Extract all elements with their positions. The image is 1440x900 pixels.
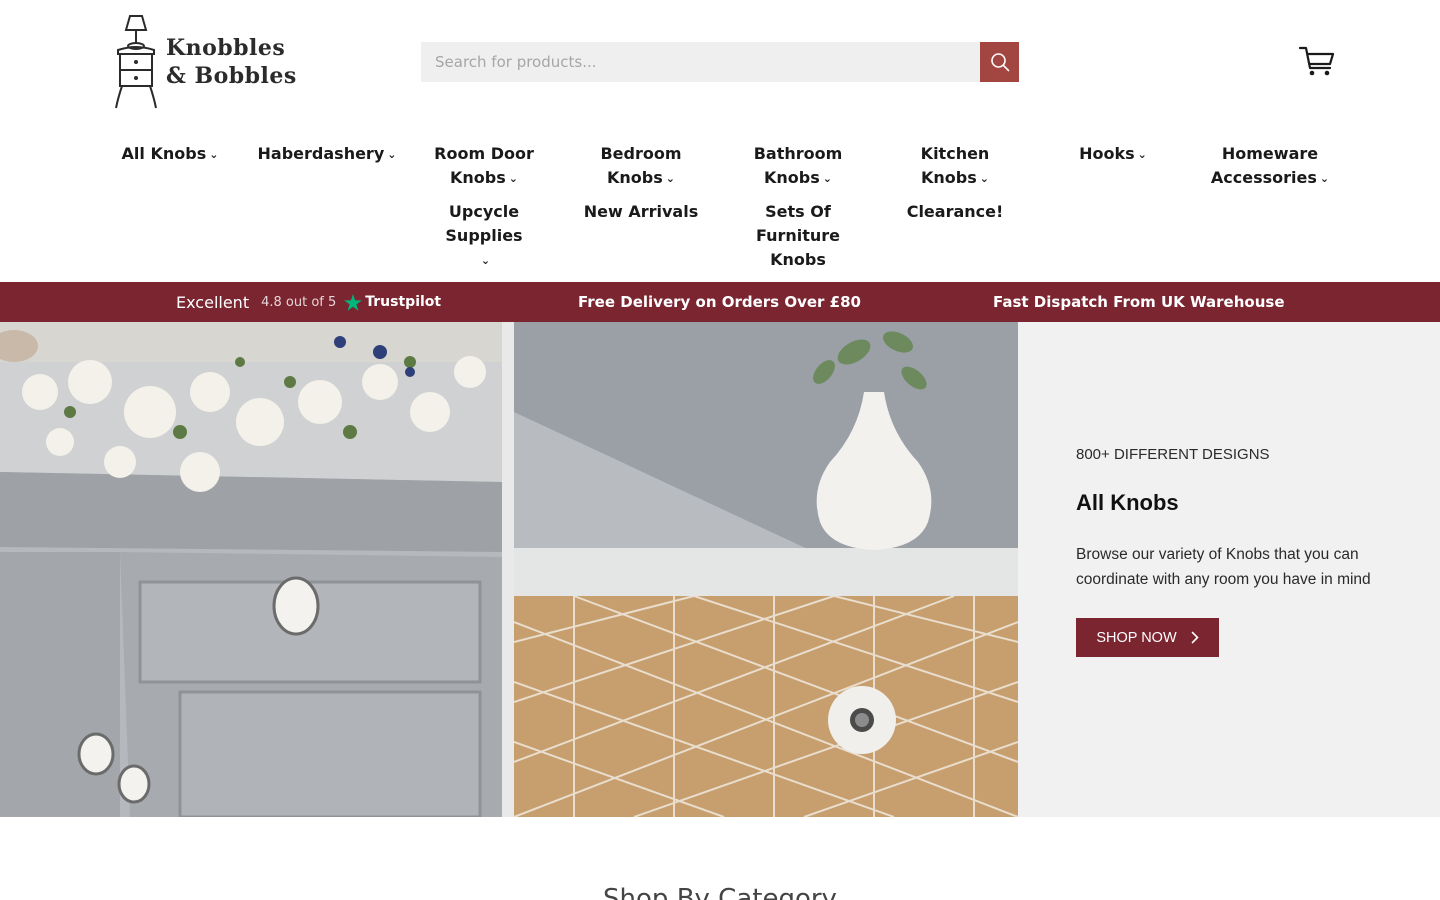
nav-item-hooks[interactable]: Hooks ⌄ — [1035, 142, 1191, 168]
chevron-down-icon: ⌄ — [1137, 148, 1147, 161]
trustpilot-brand-label: Trustpilot — [365, 294, 442, 310]
chevron-down-icon: ⌄ — [1319, 172, 1330, 185]
hero-promo-panel: 800+ DIFFERENT DESIGNS All Knobs Browse … — [1030, 322, 1440, 817]
chevron-down-icon: ⌄ — [387, 148, 397, 161]
nav-item-new-arrivals[interactable]: New Arrivals — [563, 200, 719, 224]
fast-dispatch-message: Fast Dispatch From UK Warehouse — [993, 293, 1285, 311]
nav-item-homeware-accessories[interactable]: Homeware Accessories ⌄ — [1192, 142, 1348, 192]
chevron-right-icon — [1191, 631, 1199, 644]
hero-kicker: 800+ DIFFERENT DESIGNS — [1076, 446, 1270, 463]
vase-drawer-photo — [514, 322, 1018, 817]
promo-strip: Excellent 4.8 out of 5 Trustpilot Free D… — [0, 282, 1440, 322]
search-input[interactable] — [421, 42, 980, 82]
search-icon — [990, 53, 1009, 72]
chevron-down-icon: ⌄ — [665, 172, 675, 185]
nav-label: Sets Of Furniture Knobs — [755, 202, 841, 269]
trustpilot-score: 4.8 out of 5 — [261, 294, 337, 310]
nav-item-haberdashery[interactable]: Haberdashery ⌄ — [249, 142, 405, 168]
chevron-down-icon: ⌄ — [209, 148, 219, 161]
chevron-down-icon: ⌄ — [979, 172, 989, 185]
shop-now-button[interactable]: SHOP NOW — [1076, 618, 1219, 657]
logo-line-2: & Bobbles — [166, 63, 297, 89]
trustpilot-widget[interactable]: Excellent 4.8 out of 5 Trustpilot — [176, 282, 441, 322]
hero-banner: 800+ DIFFERENT DESIGNS All Knobs Browse … — [0, 322, 1440, 817]
logo-line-1: Knobbles — [166, 35, 286, 61]
dresser-lamp-icon — [115, 15, 157, 109]
nav-label: Haberdashery — [257, 144, 385, 163]
search-bar — [421, 42, 1019, 82]
nav-item-kitchen-knobs[interactable]: Kitchen Knobs ⌄ — [877, 142, 1033, 192]
cart-button[interactable] — [1298, 44, 1336, 78]
chevron-down-icon: ⌄ — [508, 172, 518, 185]
nav-label: Upcycle Supplies — [445, 202, 523, 245]
vase-drawer-illustration — [514, 322, 1018, 817]
nav-item-bedroom-knobs[interactable]: Bedroom Knobs ⌄ — [563, 142, 719, 192]
logo-text: Knobbles & Bobbles — [166, 34, 297, 90]
nav-label: Hooks — [1079, 144, 1135, 163]
nav-label: Homeware Accessories — [1210, 144, 1319, 187]
hero-title: All Knobs — [1076, 490, 1179, 515]
hero-description: Browse our variety of Knobs that you can… — [1076, 546, 1371, 588]
main-navigation: All Knobs ⌄ Haberdashery ⌄ Room Door Knobs… — [0, 140, 1440, 280]
shop-now-label: SHOP NOW — [1096, 629, 1177, 646]
nav-item-clearance[interactable]: Clearance! — [877, 200, 1033, 224]
chevron-down-icon: ⌄ — [822, 172, 832, 185]
site-header: Knobbles & Bobbles — [0, 0, 1440, 125]
nav-item-bathroom-knobs[interactable]: Bathroom Knobs ⌄ — [720, 142, 876, 192]
nav-item-room-door-knobs[interactable]: Room Door Knobs ⌄ — [406, 142, 562, 192]
nav-label: New Arrivals — [583, 202, 699, 221]
trustpilot-brand: Trustpilot — [344, 293, 442, 311]
nav-item-all-knobs[interactable]: All Knobs ⌄ — [92, 142, 248, 168]
chevron-down-icon: ⌄ — [480, 254, 491, 267]
nav-item-sets-of-furniture-knobs[interactable]: Sets Of Furniture Knobs — [720, 200, 876, 272]
free-delivery-message: Free Delivery on Orders Over £80 — [578, 293, 861, 311]
hero-divider — [502, 322, 514, 817]
nav-label: Room Door Knobs — [434, 144, 534, 187]
nav-item-upcycle-supplies[interactable]: Upcycle Supplies ⌄ — [406, 200, 562, 274]
search-button[interactable] — [980, 42, 1019, 82]
nav-label: All Knobs — [121, 144, 207, 163]
site-logo[interactable]: Knobbles & Bobbles — [112, 14, 302, 110]
shop-by-category-heading: Shop By Category — [603, 884, 837, 900]
nav-label: Clearance! — [906, 202, 1004, 221]
star-icon — [344, 293, 363, 311]
sideboard-photo — [0, 322, 502, 817]
cart-icon — [1298, 46, 1335, 76]
trustpilot-rating-word: Excellent — [176, 292, 250, 312]
sideboard-illustration — [0, 322, 502, 817]
